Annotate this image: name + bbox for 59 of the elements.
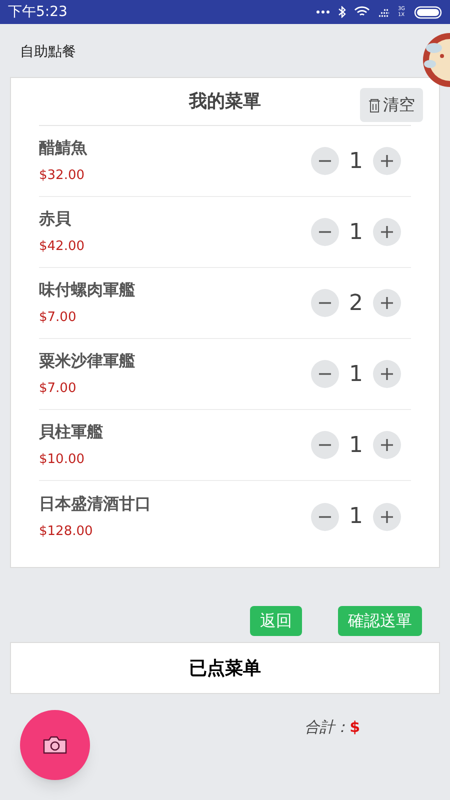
dish-name: 貝柱軍艦 (39, 421, 103, 444)
decrease-button[interactable] (311, 289, 339, 317)
increase-button[interactable] (373, 289, 401, 317)
decrease-button[interactable] (311, 502, 339, 530)
decrease-button[interactable] (311, 147, 339, 175)
trash-icon (368, 98, 381, 112)
more-icon (316, 10, 330, 14)
plus-icon (380, 225, 394, 239)
bluetooth-icon (338, 6, 346, 18)
quantity: 2 (348, 290, 364, 318)
plus-icon (380, 438, 394, 452)
increase-button[interactable] (373, 218, 401, 246)
clear-button[interactable]: 清空 (360, 88, 423, 122)
minus-icon (318, 160, 332, 162)
card-title: 我的菜單 (189, 90, 261, 114)
plus-icon (380, 367, 394, 381)
plus-icon (380, 154, 394, 168)
plus-icon (380, 510, 394, 524)
ordered-title: 已点菜单 (189, 656, 261, 680)
dish-price: $10.00 (39, 451, 86, 470)
total-label: 合計： (304, 717, 350, 738)
app-title: 自助點餐 (20, 43, 76, 62)
quantity: 1 (348, 432, 364, 460)
total-amount: $ (350, 717, 360, 738)
increase-button[interactable] (373, 431, 401, 459)
dish-name: 粟米沙律軍艦 (39, 350, 135, 372)
minus-icon (318, 302, 332, 304)
dish-price: $42.00 (39, 238, 84, 256)
wifi-icon (354, 6, 370, 18)
back-button[interactable]: 返回 (250, 606, 302, 636)
quantity: 1 (348, 360, 364, 388)
quantity: 1 (348, 218, 364, 246)
battery-icon (414, 6, 442, 18)
dish-name: 赤貝 (39, 208, 72, 230)
dish-name: 味付螺肉軍艦 (39, 279, 135, 302)
quantity: 1 (348, 503, 364, 531)
increase-button[interactable] (373, 147, 401, 175)
plus-icon (380, 296, 394, 310)
mascot-drawing (420, 30, 450, 90)
decrease-button[interactable] (311, 431, 339, 459)
minus-icon (318, 444, 332, 446)
increase-button[interactable] (373, 360, 401, 388)
quantity: 1 (348, 148, 364, 176)
dish-name: 日本盛清酒甘口 (39, 492, 151, 515)
decrease-button[interactable] (311, 360, 339, 388)
dish-price: $32.00 (39, 167, 86, 186)
status-time: 下午5:23 (8, 2, 68, 22)
decrease-button[interactable] (311, 218, 339, 246)
minus-icon (318, 373, 332, 375)
increase-button[interactable] (373, 502, 401, 530)
confirm-order-button[interactable]: 確認送單 (338, 606, 422, 636)
dish-price: $7.00 (39, 309, 78, 328)
camera-icon (43, 736, 67, 754)
signal-icon (378, 7, 390, 17)
dish-name: 醋鯖魚 (39, 137, 87, 160)
dish-price: $7.00 (39, 380, 78, 398)
dish-price: $128.00 (39, 522, 94, 541)
minus-icon (318, 231, 332, 233)
minus-icon (318, 516, 332, 518)
